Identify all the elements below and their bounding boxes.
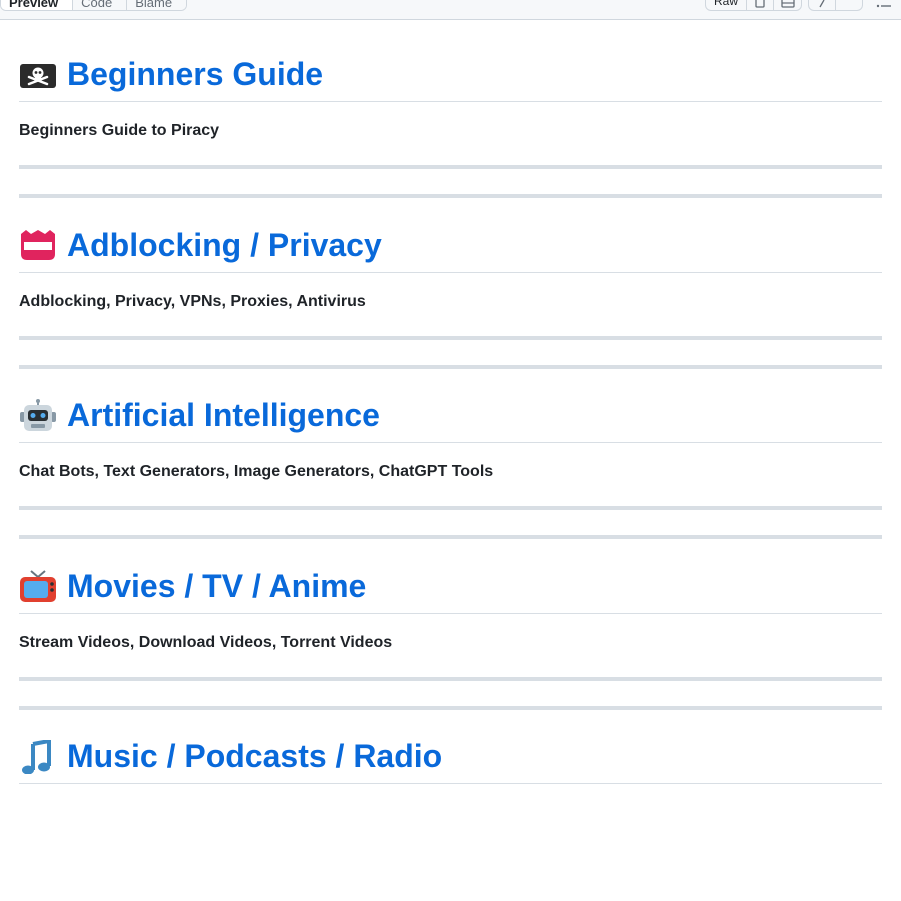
tab-code[interactable]: Code	[73, 0, 128, 10]
section-movies-tv-anime: Movies / TV / Anime Stream Videos, Downl…	[19, 560, 882, 731]
file-actions-group: Raw	[705, 0, 802, 11]
section-title: Beginners Guide	[67, 56, 324, 92]
divider	[19, 165, 882, 169]
section-title: Artificial Intelligence	[67, 397, 380, 433]
list-icon	[876, 0, 892, 13]
pirate-flag-icon	[19, 58, 57, 92]
divider	[19, 194, 882, 198]
name-badge-icon	[19, 228, 57, 262]
section-heading[interactable]: Artificial Intelligence	[19, 389, 882, 443]
divider	[19, 535, 882, 539]
markdown-body: Beginners Guide Beginners Guide to Pirac…	[19, 48, 882, 901]
music-note-icon	[19, 738, 57, 774]
download-icon	[780, 0, 795, 8]
download-button[interactable]	[774, 0, 801, 10]
divider	[19, 335, 882, 340]
television-icon	[19, 569, 57, 603]
section-heading[interactable]: Adblocking / Privacy	[19, 219, 882, 273]
section-heading[interactable]: Movies / TV / Anime	[19, 560, 882, 614]
section-beginners-guide: Beginners Guide Beginners Guide to Pirac…	[19, 48, 882, 219]
pencil-icon	[817, 0, 827, 8]
section-description: Adblocking, Privacy, VPNs, Proxies, Anti…	[19, 292, 366, 310]
tab-preview[interactable]: Preview	[1, 0, 74, 10]
section-heading[interactable]: Music / Podcasts / Radio	[19, 730, 882, 784]
section-heading[interactable]: Beginners Guide	[19, 48, 882, 102]
section-description: Chat Bots, Text Generators, Image Genera…	[19, 463, 494, 480]
raw-button[interactable]: Raw	[706, 0, 747, 10]
copy-raw-button[interactable]	[747, 0, 774, 10]
section-description: Stream Videos, Download Videos, Torrent …	[19, 633, 393, 651]
tab-blame[interactable]: Blame	[127, 0, 187, 10]
section-title: Music / Podcasts / Radio	[67, 738, 443, 774]
divider	[19, 364, 882, 369]
more-edit-options-button[interactable]	[836, 0, 862, 10]
robot-icon	[19, 398, 57, 433]
section-description: Beginners Guide to Piracy	[19, 122, 220, 139]
section-title: Movies / TV / Anime	[67, 567, 367, 604]
divider	[19, 705, 882, 710]
divider	[19, 676, 882, 681]
section-title: Adblocking / Privacy	[67, 226, 382, 263]
section-adblocking-privacy: Adblocking / Privacy Adblocking, Privacy…	[19, 219, 882, 390]
edit-file-button[interactable]	[809, 0, 836, 10]
view-mode-switcher: Preview Code Blame	[0, 0, 188, 11]
file-toolbar: Preview Code Blame Raw	[0, 0, 901, 20]
section-artificial-intelligence: Artificial Intelligence Chat Bots, Text …	[19, 389, 882, 560]
edit-actions-group	[808, 0, 863, 11]
outline-toggle-button[interactable]	[876, 0, 892, 8]
divider	[19, 506, 882, 510]
copy-icon	[754, 0, 766, 8]
section-music-podcasts-radio: Music / Podcasts / Radio	[19, 730, 882, 901]
